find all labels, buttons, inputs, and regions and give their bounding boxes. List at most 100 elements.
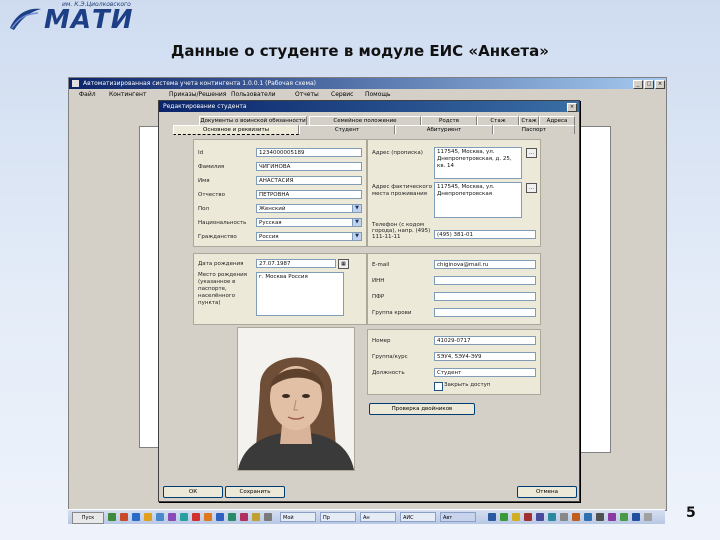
tray-icon[interactable] <box>584 513 592 521</box>
student-photo-image <box>238 328 354 470</box>
close-icon[interactable]: × <box>655 80 665 89</box>
page-number: 5 <box>686 505 696 521</box>
minimize-icon[interactable]: _ <box>633 80 643 89</box>
tray-icon[interactable] <box>560 513 568 521</box>
tray-icon[interactable] <box>644 513 652 521</box>
quicklaunch-icon[interactable] <box>120 513 128 521</box>
tray-icon[interactable] <box>536 513 544 521</box>
ok-button[interactable]: ОК <box>163 486 223 498</box>
quicklaunch-icon[interactable] <box>252 513 260 521</box>
close-access-checkbox[interactable] <box>434 382 443 391</box>
position-field[interactable]: Студент <box>434 368 536 377</box>
menu-file[interactable]: Файл <box>79 89 96 100</box>
blood-group-field[interactable] <box>434 308 536 317</box>
quicklaunch-icon[interactable] <box>228 513 236 521</box>
tab-experience-2[interactable]: Стаж <box>519 116 539 125</box>
sex-select[interactable]: Женский ▼ <box>256 204 362 213</box>
dialog-title: Редактирование студента <box>163 103 247 110</box>
pfr-field[interactable] <box>434 292 536 301</box>
tab-main[interactable]: Основное и реквизиты <box>173 125 299 135</box>
tray-icon[interactable] <box>488 513 496 521</box>
inn-field[interactable] <box>434 276 536 285</box>
check-duplicates-button[interactable]: Проверка двойников <box>369 403 475 415</box>
nationality-label: Национальность <box>198 220 247 226</box>
citizenship-label: Гражданство <box>198 234 237 240</box>
chevron-down-icon[interactable]: ▼ <box>352 219 361 226</box>
tray-icon[interactable] <box>596 513 604 521</box>
group-label: Группа/курс <box>372 354 408 360</box>
quicklaunch-icon[interactable] <box>144 513 152 521</box>
menu-contingent[interactable]: Контингент <box>109 89 146 100</box>
quicklaunch-icon[interactable] <box>192 513 200 521</box>
email-field[interactable]: chiginova@mail.ru <box>434 260 536 269</box>
edit-student-dialog: Редактирование студента × Документы о во… <box>158 100 580 502</box>
menu-users[interactable]: Пользователи <box>231 89 276 100</box>
tab-passport[interactable]: Паспорт <box>493 125 575 134</box>
tray-icon[interactable] <box>572 513 580 521</box>
dialog-close-icon[interactable]: × <box>567 103 577 112</box>
citizenship-value: Россия <box>259 234 279 240</box>
menu-help[interactable]: Помощь <box>365 89 391 100</box>
taskbar-task[interactable]: Мой <box>280 512 316 522</box>
citizenship-select[interactable]: Россия ▼ <box>256 232 362 241</box>
close-access-label: Закрыть доступ <box>444 382 491 388</box>
menu-reports[interactable]: Отчеты <box>295 89 319 100</box>
taskbar-task-active[interactable]: Авт <box>440 512 476 522</box>
group-field[interactable]: 5ЭУ4, 5ЭУ4-ЭУ9 <box>434 352 536 361</box>
tab-experience[interactable]: Стаж <box>477 116 519 125</box>
tab-student[interactable]: Студент <box>299 125 395 134</box>
cancel-button[interactable]: Отмена <box>517 486 577 498</box>
calendar-icon[interactable]: ▦ <box>338 259 349 269</box>
start-button[interactable]: Пуск <box>72 512 104 524</box>
birthplace-label: Место рождения (указанное в паспорте, на… <box>198 272 247 306</box>
tray-icon[interactable] <box>608 513 616 521</box>
tab-addresses[interactable]: Адреса <box>539 116 575 125</box>
reg-address-edit-button[interactable]: … <box>526 148 537 158</box>
quicklaunch-icon[interactable] <box>264 513 272 521</box>
tray-icon[interactable] <box>512 513 520 521</box>
menu-service[interactable]: Сервис <box>331 89 353 100</box>
res-address-edit-button[interactable]: … <box>526 183 537 193</box>
tab-military[interactable]: Документы о воинской обязанности <box>199 116 307 125</box>
tray-icon[interactable] <box>524 513 532 521</box>
menu-orders[interactable]: Приказы/Решения <box>169 89 226 100</box>
quicklaunch-icon[interactable] <box>216 513 224 521</box>
patronymic-field[interactable]: ПЕТРОВНА <box>256 190 362 199</box>
quicklaunch-icon[interactable] <box>168 513 176 521</box>
blood-group-label: Группа крови <box>372 310 412 316</box>
number-field[interactable]: 41029-0717 <box>434 336 536 345</box>
quicklaunch-icon[interactable] <box>132 513 140 521</box>
firstname-field[interactable]: АНАСТАСИЯ <box>256 176 362 185</box>
tab-relatives[interactable]: Родств <box>421 116 477 125</box>
chevron-down-icon[interactable]: ▼ <box>352 233 361 240</box>
taskbar-task[interactable]: Ан <box>360 512 396 522</box>
tray-icon[interactable] <box>500 513 508 521</box>
taskbar-task[interactable]: АИС <box>400 512 436 522</box>
quicklaunch-icon[interactable] <box>156 513 164 521</box>
nationality-select[interactable]: Русская ▼ <box>256 218 362 227</box>
tray-icon[interactable] <box>620 513 628 521</box>
patronymic-label: Отчество <box>198 192 226 198</box>
position-label: Должность <box>372 370 405 376</box>
save-button[interactable]: Сохранить <box>225 486 285 498</box>
number-label: Номер <box>372 338 391 344</box>
quicklaunch-icon[interactable] <box>108 513 116 521</box>
quicklaunch-icon[interactable] <box>240 513 248 521</box>
tab-family[interactable]: Семейное положение <box>309 116 421 125</box>
tray-icon[interactable] <box>632 513 640 521</box>
chevron-down-icon[interactable]: ▼ <box>352 205 361 212</box>
quicklaunch-icon[interactable] <box>180 513 188 521</box>
reg-address-field[interactable]: 117545, Москва, ул. Днепропетровская, д.… <box>434 147 522 179</box>
background-panel <box>579 126 611 453</box>
id-field[interactable]: 1234000005189 <box>256 148 362 157</box>
maximize-icon[interactable]: □ <box>644 80 654 89</box>
quicklaunch-icon[interactable] <box>204 513 212 521</box>
phone-field[interactable]: (495) 381-01 <box>434 230 536 239</box>
res-address-field[interactable]: 117545, Москва, ул. Днепропетровская <box>434 182 522 218</box>
lastname-field[interactable]: ЧИГИНОВА <box>256 162 362 171</box>
tray-icon[interactable] <box>548 513 556 521</box>
birthplace-field[interactable]: г. Москва Россия <box>256 272 344 316</box>
birthdate-field[interactable]: 27.07.1987 <box>256 259 336 268</box>
tab-applicant[interactable]: Абитуриент <box>395 125 493 134</box>
taskbar-task[interactable]: Пр <box>320 512 356 522</box>
